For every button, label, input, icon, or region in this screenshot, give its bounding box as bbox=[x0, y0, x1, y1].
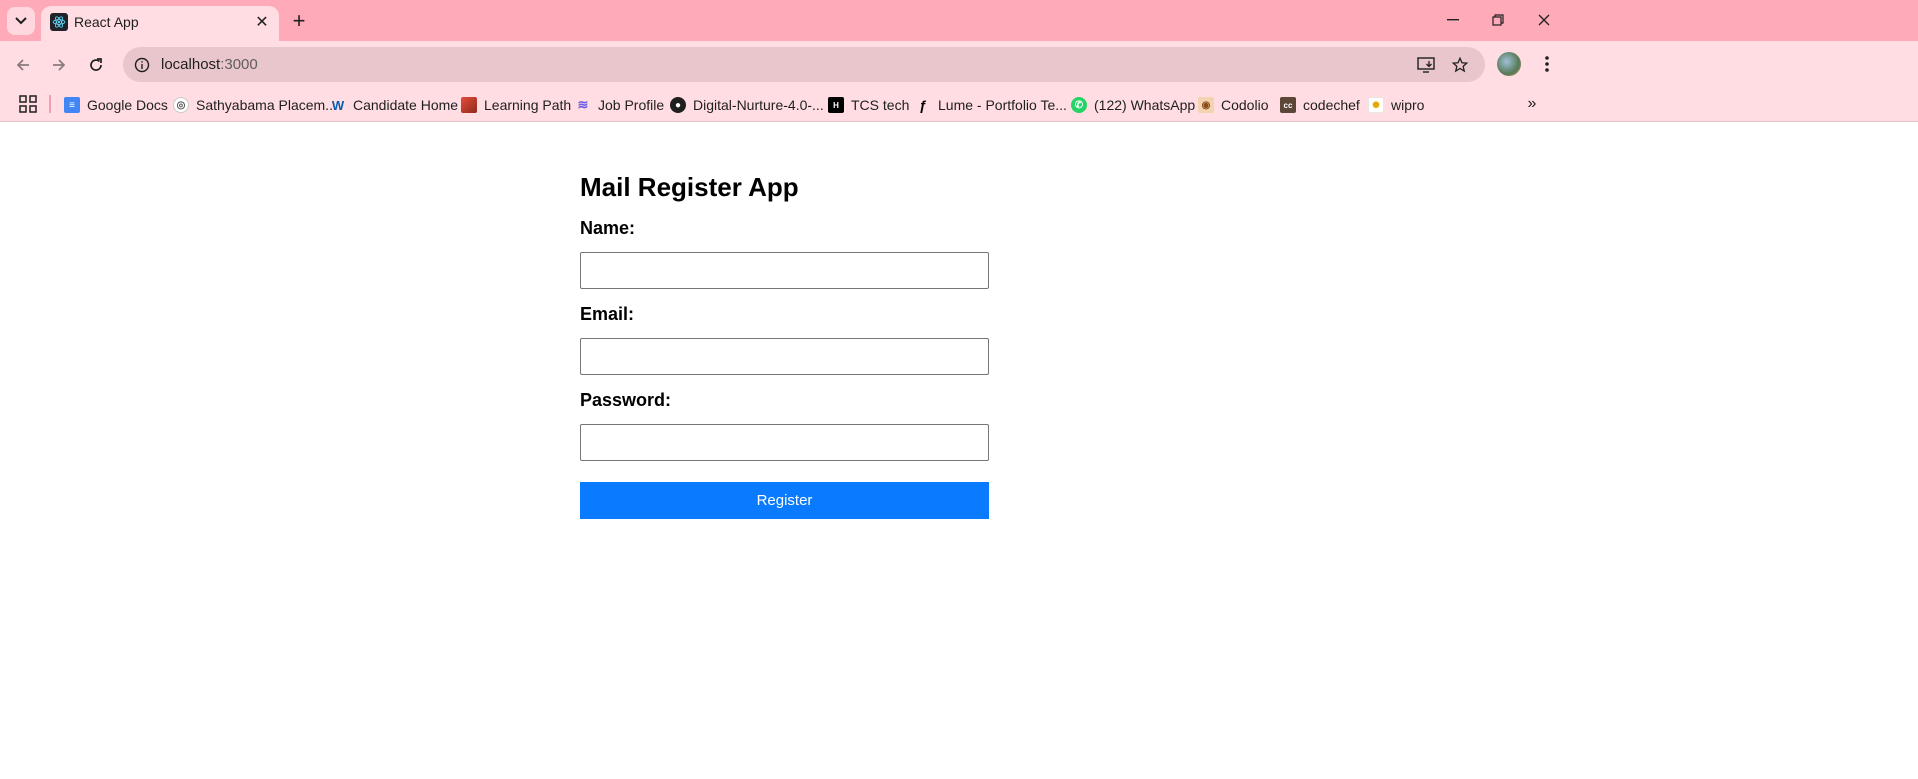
email-input[interactable] bbox=[580, 338, 989, 375]
framer-icon: ƒ bbox=[919, 97, 927, 113]
more-vert-icon[interactable] bbox=[1535, 51, 1559, 77]
profile-avatar[interactable] bbox=[1497, 52, 1521, 76]
minimize-icon[interactable] bbox=[1438, 6, 1468, 34]
workday-icon: W bbox=[331, 97, 345, 113]
bookmark-lume-portfolio[interactable]: ƒ Lume - Portfolio Te... bbox=[915, 93, 1067, 117]
tab-title: React App bbox=[74, 14, 139, 30]
google-docs-icon: ≡ bbox=[64, 97, 80, 113]
bookmark-digital-nurture[interactable]: ● Digital-Nurture-4.0-... bbox=[670, 93, 824, 117]
bookmark-star-icon[interactable] bbox=[1449, 54, 1471, 76]
tab-search-button[interactable] bbox=[7, 7, 35, 35]
url-port: :3000 bbox=[220, 56, 258, 73]
chevron-double-right-icon[interactable]: » bbox=[1522, 94, 1542, 114]
bookmark-label: Job Profile bbox=[598, 97, 665, 113]
address-bar[interactable]: localhost:3000 bbox=[123, 47, 1485, 82]
forward-arrow-icon[interactable] bbox=[45, 51, 73, 79]
tab-react-app[interactable]: React App ✕ bbox=[41, 6, 279, 41]
codechef-icon: cc bbox=[1280, 97, 1296, 113]
bookmark-label: TCS tech bbox=[851, 97, 910, 113]
bookmark-label: Sathyabama Placem... bbox=[196, 97, 337, 113]
password-input[interactable] bbox=[580, 424, 989, 461]
chevron-down-icon bbox=[15, 17, 27, 25]
url-text: localhost:3000 bbox=[161, 56, 258, 73]
bookmark-label: wipro bbox=[1391, 97, 1425, 113]
tab-strip: React App ✕ + bbox=[0, 0, 1918, 41]
password-label: Password: bbox=[580, 390, 672, 410]
back-arrow-icon[interactable] bbox=[9, 51, 37, 79]
tcs-icon: H bbox=[828, 97, 844, 113]
github-icon: ● bbox=[670, 97, 686, 113]
name-label: Name: bbox=[580, 218, 636, 238]
apps-grid-icon[interactable] bbox=[19, 95, 37, 113]
react-icon bbox=[50, 13, 68, 31]
whatsapp-icon: ✆ bbox=[1071, 97, 1087, 113]
job-profile-icon: ≋ bbox=[577, 97, 589, 112]
reload-icon[interactable] bbox=[82, 51, 110, 79]
name-input[interactable] bbox=[580, 252, 989, 289]
codolio-icon: ◉ bbox=[1198, 97, 1214, 113]
bookmark-whatsapp[interactable]: ✆ (122) WhatsApp bbox=[1071, 93, 1195, 117]
bookmark-wipro[interactable]: ✺ wipro bbox=[1368, 93, 1424, 117]
sathyabama-icon: ◎ bbox=[173, 97, 189, 113]
bookmark-label: codechef bbox=[1303, 97, 1360, 113]
bookmark-sathyabama[interactable]: ◎ Sathyabama Placem... bbox=[173, 93, 337, 117]
register-button[interactable]: Register bbox=[580, 482, 989, 519]
page-title: Mail Register App bbox=[580, 172, 799, 202]
bookmark-label: (122) WhatsApp bbox=[1094, 97, 1196, 113]
bookmark-tcs-tech[interactable]: H TCS tech bbox=[828, 93, 909, 117]
bookmark-separator bbox=[49, 95, 51, 113]
bookmark-label: Candidate Home bbox=[353, 97, 459, 113]
bookmarks-bar: ≡ Google Docs ◎ Sathyabama Placem... W C… bbox=[0, 87, 1918, 122]
bookmark-codolio[interactable]: ◉ Codolio bbox=[1198, 93, 1268, 117]
register-form: Mail Register App Name: Email: Password:… bbox=[580, 171, 989, 519]
bookmark-label: Google Docs bbox=[87, 97, 168, 113]
install-app-icon[interactable] bbox=[1415, 54, 1437, 76]
bookmark-google-docs[interactable]: ≡ Google Docs bbox=[64, 93, 168, 117]
bookmark-label: Lume - Portfolio Te... bbox=[938, 97, 1067, 113]
bookmark-label: Digital-Nurture-4.0-... bbox=[693, 97, 824, 113]
restore-icon[interactable] bbox=[1483, 6, 1513, 34]
site-info-icon[interactable] bbox=[131, 54, 153, 76]
bookmark-candidate-home[interactable]: W Candidate Home bbox=[330, 93, 458, 117]
email-label: Email: bbox=[580, 304, 635, 324]
page-content: Mail Register App Name: Email: Password:… bbox=[0, 123, 1918, 779]
close-icon[interactable]: ✕ bbox=[251, 11, 273, 33]
url-host: localhost bbox=[161, 56, 221, 73]
bookmark-label: Learning Path bbox=[484, 97, 572, 113]
learning-path-icon bbox=[461, 97, 477, 113]
bookmark-codechef[interactable]: cc codechef bbox=[1280, 93, 1360, 117]
bookmark-learning-path[interactable]: Learning Path bbox=[461, 93, 571, 117]
bookmark-label: Codolio bbox=[1221, 97, 1269, 113]
wipro-icon: ✺ bbox=[1368, 97, 1384, 113]
browser-toolbar: localhost:3000 bbox=[0, 41, 1918, 87]
close-window-icon[interactable] bbox=[1529, 6, 1559, 34]
new-tab-button[interactable]: + bbox=[287, 8, 311, 33]
bookmark-job-profile[interactable]: ≋ Job Profile bbox=[575, 93, 665, 117]
